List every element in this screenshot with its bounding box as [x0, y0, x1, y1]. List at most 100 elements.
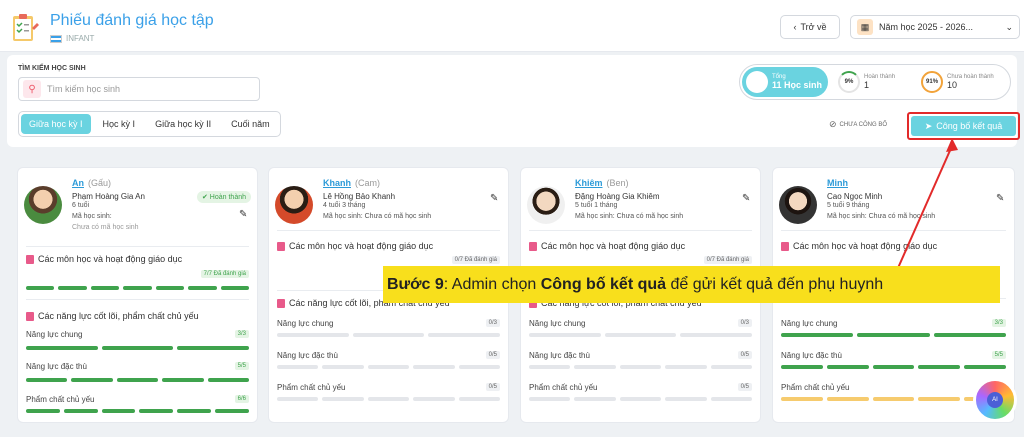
callout-text-1: : Admin chọn: [443, 275, 541, 293]
publish-results-label: Công bố kết quả: [936, 121, 1003, 131]
section-competencies-title: Các năng lực cốt lõi, phẩm chất chủ yếu: [38, 311, 199, 321]
divider: [26, 299, 249, 300]
stat-done: 9% Hoàn thành 1: [838, 71, 895, 93]
avatar: [24, 186, 62, 224]
status-label: Hoàn thành: [209, 194, 246, 201]
student-age: 5 tuổi 9 tháng: [827, 202, 870, 209]
specific-count-badge: 0/5: [485, 351, 500, 359]
stat-pending: 91% Chưa hoàn thành 10: [921, 71, 994, 93]
search-placeholder: Tìm kiếm học sinh: [47, 84, 121, 94]
divider: [277, 230, 500, 231]
specific-progress: [277, 365, 501, 369]
specific-progress: [781, 365, 1006, 369]
callout-step: Bước 9: [387, 275, 444, 293]
student-age: 6 tuổi: [72, 202, 90, 209]
stat-done-value: 1: [864, 80, 870, 90]
specific-progress: [26, 378, 250, 382]
quality-label: Phẩm chất chủ yếu: [781, 383, 850, 392]
student-full-name: Cao Ngọc Minh: [827, 192, 883, 201]
tutorial-callout: Bước 9: Admin chọn Công bố kết quả để gử…: [383, 266, 1000, 303]
school-year-value: Năm học 2025 - 2026...: [879, 22, 974, 32]
chat-assistant-button[interactable]: AI: [973, 378, 1017, 422]
tab-final[interactable]: Cuối năm: [223, 114, 278, 134]
student-age: 5 tuổi 1 tháng: [575, 202, 618, 209]
edit-icon[interactable]: ✎: [490, 194, 500, 204]
avatar: [779, 186, 817, 224]
general-progress: [26, 346, 250, 350]
eye-off-icon: ⊘: [829, 119, 837, 129]
quality-progress: [277, 397, 501, 401]
unpublished-label: CHƯA CÔNG BỐ: [839, 121, 888, 128]
school-flag-icon: [50, 34, 62, 43]
quality-count-badge: 0/5: [737, 383, 752, 391]
tab-term-1[interactable]: Học kỳ I: [95, 114, 144, 134]
book-icon: [277, 298, 285, 308]
section-subjects-title: Các môn học và hoạt động giáo dục: [793, 241, 938, 251]
section-subjects-title: Các môn học và hoạt động giáo dục: [289, 241, 434, 251]
student-name-link[interactable]: Minh: [827, 178, 848, 188]
general-progress: [781, 333, 1006, 337]
stat-pending-value: 10: [947, 80, 958, 90]
student-nickname: Minh: [827, 178, 852, 188]
back-label: Trở về: [800, 22, 827, 32]
section-competencies: Các năng lực cốt lõi, phẩm chất chủ yếu: [26, 311, 199, 321]
student-code-label: Mã học sinh: Chưa có mã học sinh: [323, 213, 432, 220]
book-icon: [26, 254, 34, 264]
book-icon: [277, 241, 285, 251]
page-title: Phiếu đánh giá học tập: [50, 12, 214, 29]
section-subjects: Các môn học và hoạt động giáo dục: [277, 241, 433, 251]
stat-total-value: 11 Học sinh: [772, 80, 823, 90]
specific-competency-label: Năng lực đặc thù: [26, 362, 87, 371]
divider: [26, 246, 249, 247]
student-name-link[interactable]: Khanh: [323, 178, 351, 188]
book-icon: [26, 311, 34, 321]
tab-mid-term-1[interactable]: Giữa học kỳ I: [21, 114, 91, 134]
specific-competency-label: Năng lực đặc thù: [277, 351, 338, 360]
divider: [781, 230, 1006, 231]
student-alias: (Cam): [355, 178, 380, 188]
send-icon: ➤: [924, 120, 933, 131]
edit-icon[interactable]: ✎: [239, 210, 249, 220]
student-nickname: Khiêm (Ben): [575, 178, 629, 188]
back-button[interactable]: ‹ Trở về: [780, 15, 840, 39]
section-subjects-title: Các môn học và hoạt động giáo dục: [541, 241, 686, 251]
chevron-down-icon: ⌄: [1005, 21, 1013, 32]
student-nickname: An (Gấu): [72, 178, 111, 188]
subjects-count-badge: 0/7 Đã đánh giá: [703, 256, 752, 264]
quality-label: Phẩm chất chủ yếu: [277, 383, 346, 392]
student-full-name: Đặng Hoàng Gia Khiêm: [575, 192, 660, 201]
student-alias: (Gấu): [88, 178, 112, 188]
publish-results-button[interactable]: ➤ Công bố kết quả: [911, 116, 1016, 136]
student-card: An (Gấu) Phạm Hoàng Gia An 6 tuổi Mã học …: [17, 167, 258, 423]
pending-progress-ring: 91%: [921, 71, 944, 93]
book-icon: [529, 241, 537, 251]
search-icon: ⚲: [23, 80, 41, 98]
quality-label: Phẩm chất chủ yếu: [529, 383, 598, 392]
student-name-link[interactable]: An: [72, 178, 84, 188]
school-label: INFANT: [66, 34, 95, 43]
status-badge: ✔ Hoàn thành: [196, 191, 251, 203]
avatar: [275, 186, 313, 224]
student-full-name: Lê Hồng Bảo Khanh: [323, 192, 396, 201]
unpublished-filter[interactable]: ⊘ CHƯA CÔNG BỐ: [829, 119, 887, 130]
student-full-name: Phạm Hoàng Gia An: [72, 192, 145, 201]
app-header: Phiếu đánh giá học tập INFANT ‹ Trở về ▦…: [0, 0, 1024, 52]
student-age: 4 tuổi 3 tháng: [323, 202, 366, 209]
school-name: INFANT: [50, 34, 94, 43]
tab-mid-term-2[interactable]: Giữa học kỳ II: [147, 114, 219, 134]
subjects-count-badge: 7/7 Đã đánh giá: [200, 270, 249, 278]
general-competency-label: Năng lực chung: [26, 330, 83, 339]
subjects-count-badge: 0/7 Đã đánh giá: [451, 256, 500, 264]
general-competency-label: Năng lực chung: [277, 319, 334, 328]
filter-panel: TÌM KIẾM HỌC SINH ⚲ Tìm kiếm học sinh Gi…: [7, 55, 1020, 147]
edit-icon[interactable]: ✎: [996, 194, 1006, 204]
student-name-link[interactable]: Khiêm: [575, 178, 603, 188]
edit-icon[interactable]: ✎: [742, 194, 752, 204]
school-year-select[interactable]: ▦ Năm học 2025 - 2026... ⌄: [850, 15, 1020, 39]
general-count-badge: 0/3: [485, 319, 500, 327]
general-count-badge: 0/3: [737, 319, 752, 327]
publish-results-highlight: ➤ Công bố kết quả: [907, 112, 1020, 140]
student-code-label: Mã học sinh: Chưa có mã học sinh: [827, 213, 936, 220]
search-input[interactable]: ⚲ Tìm kiếm học sinh: [18, 77, 260, 101]
search-label: TÌM KIẾM HỌC SINH: [18, 65, 86, 72]
